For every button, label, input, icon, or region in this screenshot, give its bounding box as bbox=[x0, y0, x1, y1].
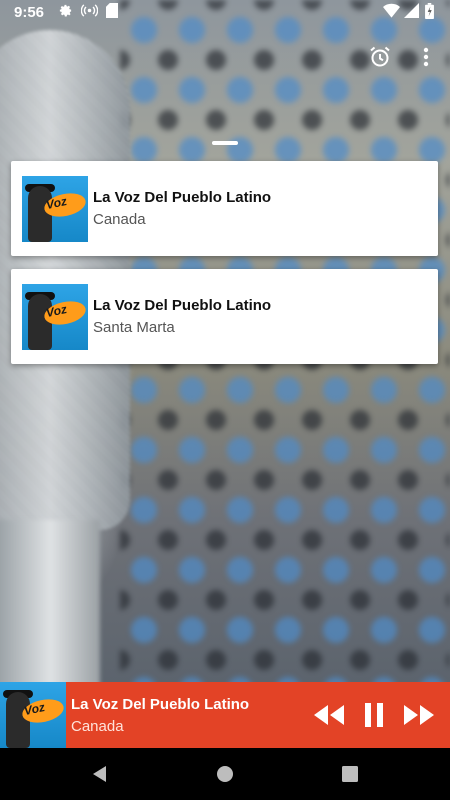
more-options-button[interactable] bbox=[409, 40, 443, 74]
background-image bbox=[0, 0, 450, 800]
mixer-background bbox=[120, 0, 450, 800]
fast-forward-button[interactable] bbox=[402, 698, 436, 732]
station-title: La Voz Del Pueblo Latino bbox=[93, 297, 272, 314]
player-logo: Voz bbox=[0, 682, 66, 748]
pause-button[interactable] bbox=[357, 698, 391, 732]
player-subtitle: Canada bbox=[71, 718, 124, 735]
alarm-icon bbox=[370, 46, 390, 67]
radio-broadcast-icon bbox=[80, 3, 99, 22]
recents-button[interactable] bbox=[338, 762, 362, 786]
station-card[interactable]: Voz La Voz Del Pueblo Latino Santa Marta bbox=[11, 269, 438, 364]
status-time: 9:56 bbox=[14, 4, 45, 21]
station-title: La Voz Del Pueblo Latino bbox=[93, 189, 272, 206]
player-title: La Voz Del Pueblo Latino bbox=[71, 696, 250, 713]
rewind-icon bbox=[314, 705, 344, 725]
fast-forward-icon bbox=[404, 705, 434, 725]
pause-icon bbox=[365, 703, 383, 727]
cellular-signal-icon bbox=[404, 3, 419, 22]
home-icon bbox=[217, 766, 233, 782]
mini-player[interactable]: Voz La Voz Del Pueblo Latino Canada bbox=[0, 682, 450, 748]
microphone-body-background bbox=[0, 520, 100, 690]
station-logo: Voz bbox=[22, 176, 88, 242]
home-button[interactable] bbox=[213, 762, 237, 786]
settings-icon bbox=[58, 3, 73, 22]
sd-card-icon bbox=[106, 3, 118, 22]
alarm-button[interactable] bbox=[363, 40, 397, 74]
drag-handle[interactable] bbox=[212, 141, 238, 145]
back-button[interactable] bbox=[88, 762, 112, 786]
wifi-icon bbox=[383, 3, 400, 22]
navigation-bar bbox=[0, 748, 450, 800]
status-bar: 9:56 bbox=[0, 0, 450, 26]
more-vert-icon bbox=[423, 47, 429, 67]
station-subtitle: Santa Marta bbox=[93, 319, 175, 336]
battery-icon bbox=[425, 3, 434, 23]
recents-icon bbox=[342, 766, 358, 782]
station-card[interactable]: Voz La Voz Del Pueblo Latino Canada bbox=[11, 161, 438, 256]
station-subtitle: Canada bbox=[93, 211, 146, 228]
rewind-button[interactable] bbox=[312, 698, 346, 732]
station-logo: Voz bbox=[22, 284, 88, 350]
back-icon bbox=[93, 766, 106, 782]
